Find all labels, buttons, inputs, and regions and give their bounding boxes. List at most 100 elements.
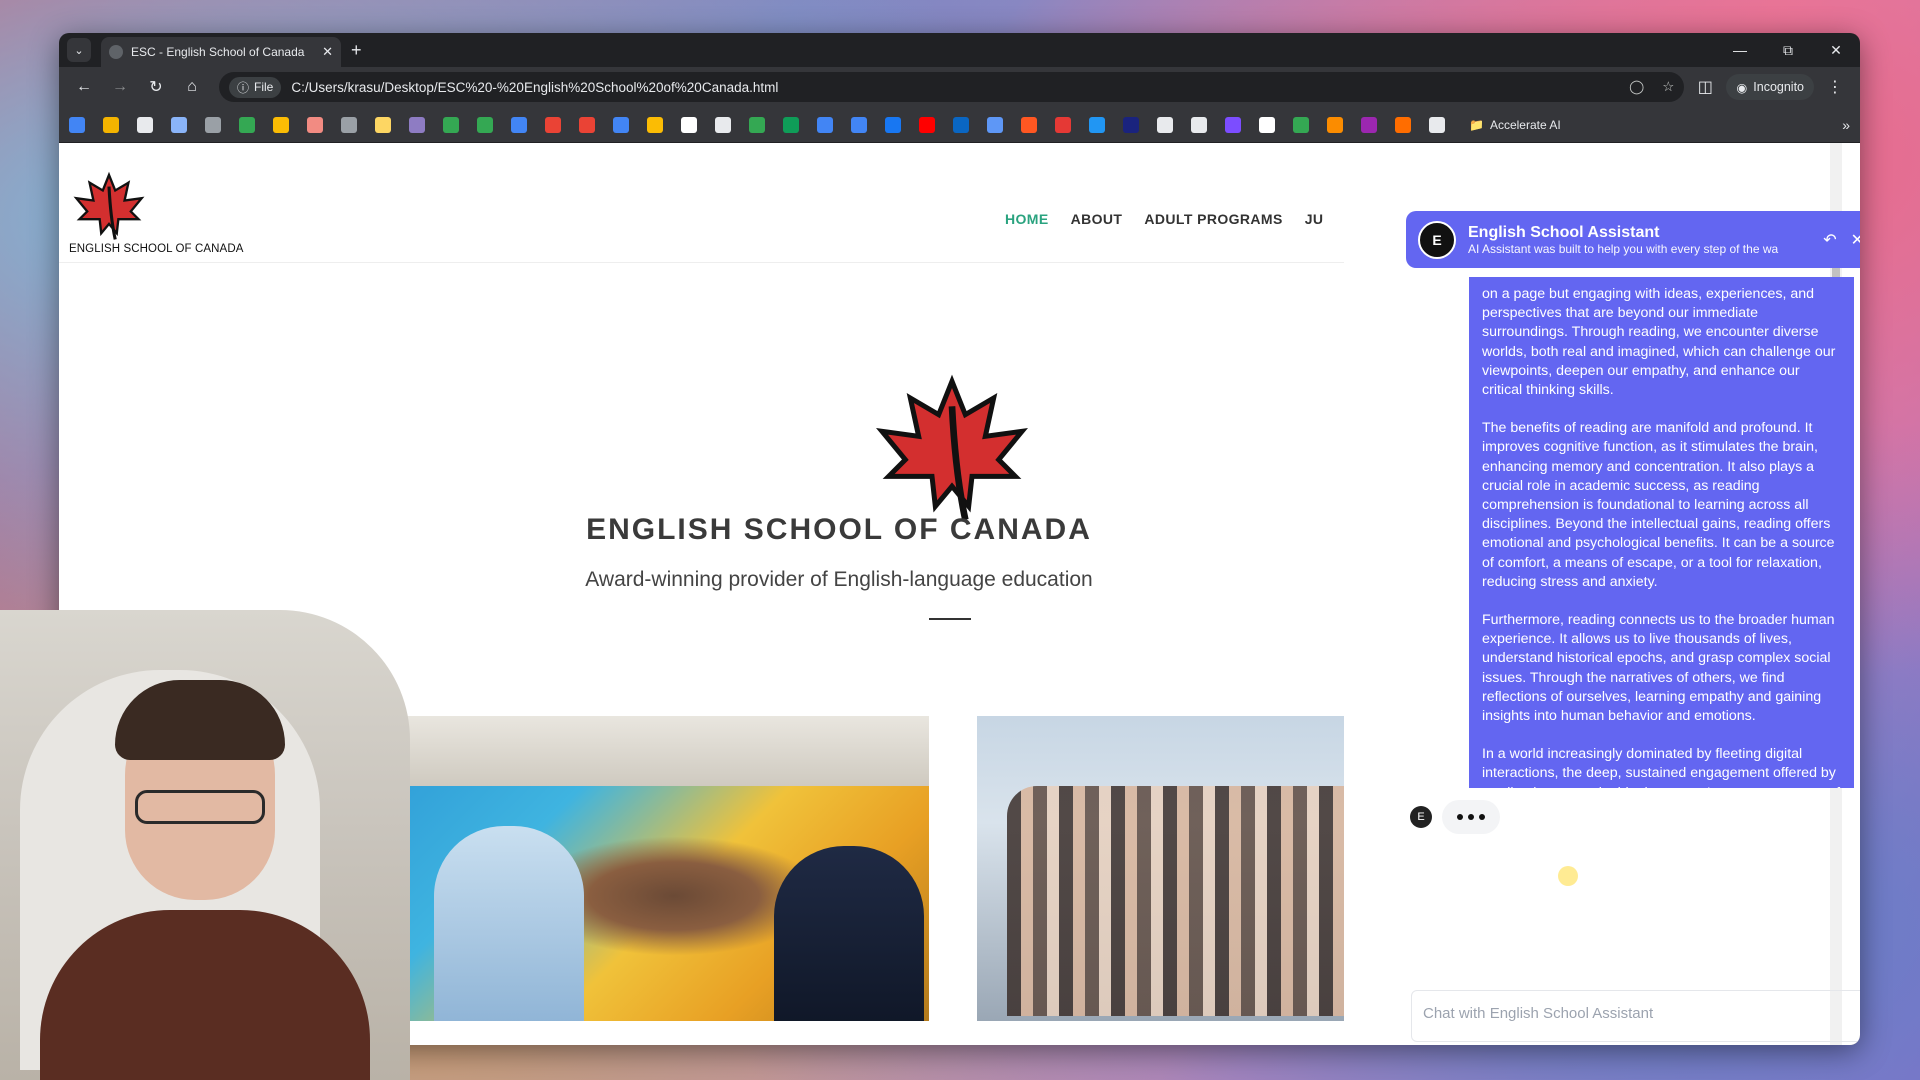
folder-icon: 📁 bbox=[1469, 117, 1484, 132]
classroom-photo bbox=[404, 716, 929, 1021]
bookmark-icon[interactable] bbox=[375, 116, 391, 133]
bookmark-icon[interactable] bbox=[613, 116, 629, 133]
menu-icon[interactable]: ⋮ bbox=[1820, 72, 1850, 102]
message-paragraph: Furthermore, reading connects us to the … bbox=[1482, 612, 1835, 725]
chat-header: E English School Assistant AI Assistant … bbox=[1406, 211, 1860, 268]
bookmark-icon[interactable] bbox=[987, 116, 1003, 133]
undo-icon[interactable]: ↶ bbox=[1823, 230, 1836, 250]
maple-leaf-hero-icon bbox=[876, 374, 1028, 521]
bookmark-icon[interactable] bbox=[1191, 116, 1207, 133]
address-bar[interactable]: ⓘ File C:/Users/krasu/Desktop/ESC%20-%20… bbox=[219, 72, 1685, 102]
bookmark-icon[interactable] bbox=[511, 116, 527, 133]
side-panel-icon[interactable]: ◫ bbox=[1690, 72, 1720, 102]
bookmark-icon[interactable] bbox=[239, 116, 255, 133]
restore-icon[interactable]: ⧉ bbox=[1764, 33, 1812, 67]
incognito-badge[interactable]: ◉ Incognito bbox=[1726, 74, 1814, 100]
bookmark-icon[interactable] bbox=[953, 116, 969, 133]
mouse-cursor-highlight bbox=[1558, 866, 1578, 886]
bookmark-icon[interactable] bbox=[171, 116, 187, 133]
bookmark-icon[interactable] bbox=[477, 116, 493, 133]
bookmark-icon[interactable] bbox=[137, 116, 153, 133]
new-tab-icon[interactable]: + bbox=[351, 40, 362, 61]
nav-juniors[interactable]: JU bbox=[1305, 211, 1324, 227]
bookmark-icon[interactable] bbox=[885, 116, 901, 133]
address-actions: ◯ ☆ bbox=[1629, 79, 1674, 95]
bookmark-icon[interactable] bbox=[783, 116, 799, 133]
bookmark-icon[interactable] bbox=[1293, 116, 1309, 133]
hero-divider bbox=[929, 618, 971, 620]
chat-input[interactable]: Chat with English School Assistant bbox=[1411, 990, 1860, 1042]
tab-title: ESC - English School of Canada bbox=[131, 45, 305, 59]
bookmark-icon[interactable] bbox=[715, 116, 731, 133]
bookmark-icon[interactable] bbox=[1429, 116, 1445, 133]
bookmark-icon[interactable] bbox=[1361, 116, 1377, 133]
close-tab-icon[interactable]: ✕ bbox=[322, 44, 333, 60]
close-chat-icon[interactable]: ✕ bbox=[1851, 230, 1860, 250]
bookmark-icon[interactable] bbox=[1327, 116, 1343, 133]
more-bookmarks-icon[interactable]: » bbox=[1842, 117, 1850, 133]
forward-icon[interactable]: → bbox=[105, 72, 135, 102]
eye-off-icon[interactable]: ◯ bbox=[1629, 79, 1644, 95]
brand-name[interactable]: ENGLISH SCHOOL OF CANADA bbox=[69, 243, 244, 255]
tab-search-icon[interactable]: ⌄ bbox=[67, 38, 91, 62]
chat-subtitle: AI Assistant was built to help you with … bbox=[1468, 241, 1779, 256]
bookmark-icon[interactable] bbox=[919, 116, 935, 133]
minimize-icon[interactable]: — bbox=[1716, 33, 1764, 67]
incognito-icon: ◉ bbox=[1736, 80, 1748, 95]
typing-indicator bbox=[1442, 800, 1500, 834]
bookmark-icon[interactable] bbox=[69, 116, 85, 133]
message-paragraph: In a world increasingly dominated by fle… bbox=[1482, 746, 1840, 788]
message-paragraph: The benefits of reading are manifold and… bbox=[1482, 420, 1835, 590]
bookmark-icon[interactable] bbox=[1157, 116, 1173, 133]
bookmark-icon[interactable] bbox=[103, 116, 119, 133]
bookmark-icon[interactable] bbox=[1021, 116, 1037, 133]
info-icon: ⓘ bbox=[237, 80, 250, 95]
bookmark-icon[interactable] bbox=[1225, 116, 1241, 133]
bookmark-icon[interactable] bbox=[545, 116, 561, 133]
bookmark-icon[interactable] bbox=[409, 116, 425, 133]
bookmark-icon[interactable] bbox=[1123, 116, 1139, 133]
incognito-label: Incognito bbox=[1753, 80, 1804, 94]
nav-home[interactable]: HOME bbox=[1005, 211, 1049, 227]
reload-icon[interactable]: ↻ bbox=[141, 72, 171, 102]
bookmark-icon[interactable] bbox=[681, 116, 697, 133]
nav-adult-programs[interactable]: ADULT PROGRAMS bbox=[1144, 211, 1282, 227]
bookmark-icon[interactable] bbox=[749, 116, 765, 133]
bookmark-icon[interactable] bbox=[341, 116, 357, 133]
bookmark-icon[interactable] bbox=[273, 116, 289, 133]
bookmark-icon[interactable] bbox=[817, 116, 833, 133]
bookmark-icon[interactable] bbox=[205, 116, 221, 133]
home-icon[interactable]: ⌂ bbox=[177, 72, 207, 102]
bookmark-icon[interactable] bbox=[579, 116, 595, 133]
bookmark-icon[interactable] bbox=[1395, 116, 1411, 133]
bookmark-icon[interactable] bbox=[647, 116, 663, 133]
main-nav: HOME ABOUT ADULT PROGRAMS JU bbox=[1005, 211, 1323, 227]
chat-widget: E English School Assistant AI Assistant … bbox=[1344, 143, 1860, 1045]
bookmark-icon[interactable] bbox=[1055, 116, 1071, 133]
bookmark-folder-label: Accelerate AI bbox=[1489, 117, 1561, 132]
site-info-label: File bbox=[254, 80, 274, 94]
nav-about[interactable]: ABOUT bbox=[1071, 211, 1123, 227]
tab-esc[interactable]: ESC - English School of Canada ✕ bbox=[101, 37, 341, 67]
back-icon[interactable]: ← bbox=[69, 72, 99, 102]
hero-title: ENGLISH SCHOOL OF CANADA bbox=[586, 513, 1092, 546]
bookmark-icon[interactable] bbox=[1259, 116, 1275, 133]
webcam-overlay bbox=[0, 610, 410, 1080]
bookmarks-bar: 📁 Accelerate AI » bbox=[59, 107, 1860, 143]
url-text[interactable]: C:/Users/krasu/Desktop/ESC%20-%20English… bbox=[291, 80, 1619, 95]
bookmark-folder[interactable]: 📁 Accelerate AI bbox=[1469, 118, 1561, 132]
bookmark-icon[interactable] bbox=[307, 116, 323, 133]
bookmark-icon[interactable] bbox=[443, 116, 459, 133]
site-info-chip[interactable]: ⓘ File bbox=[229, 76, 282, 98]
bookmark-icon[interactable] bbox=[1089, 116, 1105, 133]
close-window-icon[interactable]: ✕ bbox=[1812, 33, 1860, 67]
hero-subtitle: Award-winning provider of English-langua… bbox=[585, 568, 1093, 591]
tab-strip: ⌄ ESC - English School of Canada ✕ + — ⧉… bbox=[59, 33, 1860, 67]
bookmark-icon[interactable] bbox=[851, 116, 867, 133]
assistant-mini-avatar: E bbox=[1410, 806, 1432, 828]
chat-title: English School Assistant bbox=[1468, 223, 1660, 241]
maple-leaf-logo-icon[interactable] bbox=[69, 171, 149, 241]
assistant-message: on a page but engaging with ideas, exper… bbox=[1469, 277, 1854, 788]
toolbar: ← → ↻ ⌂ ⓘ File C:/Users/krasu/Desktop/ES… bbox=[59, 67, 1860, 107]
star-icon[interactable]: ☆ bbox=[1662, 79, 1674, 95]
